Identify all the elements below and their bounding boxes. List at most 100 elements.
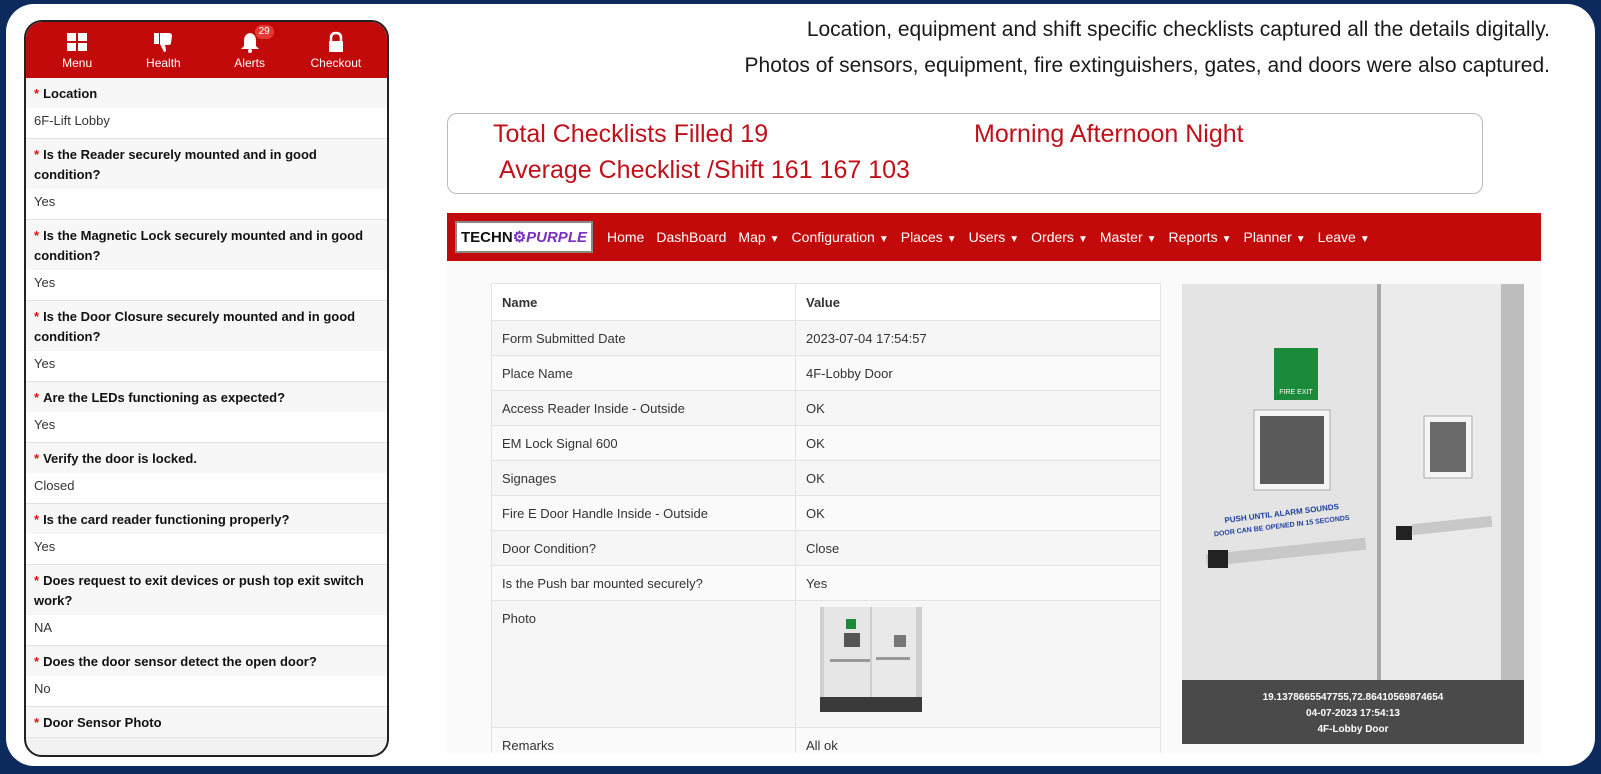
shift-names-stat: Morning Afternoon Night [974,120,1244,148]
checklist-item: * Is the Door Closure securely mounted an… [26,301,387,382]
question-text: Is the Magnetic Lock securely mounted an… [34,228,364,263]
question-text: Is the card reader functioning properly? [43,512,290,527]
caret-down-icon: ▼ [1009,234,1020,245]
caret-down-icon: ▼ [946,234,957,245]
door-photo-preview[interactable]: FIRE EXIT PUSH UNTIL ALARM SOUNDS DOOR C… [1182,284,1524,744]
answer-value[interactable]: 6F-Lift Lobby [26,108,387,138]
field-name: Remarks [491,727,796,753]
lock-icon [328,31,343,52]
menu-places[interactable]: Places ▼ [901,229,957,245]
menu-configuration[interactable]: Configuration ▼ [792,229,889,245]
required-asterisk: * [34,228,40,243]
field-name: Place Name [491,355,796,391]
top-navbar: TECHN ⚙ PURPLE Home DashBoard Map ▼ Confi… [447,213,1541,261]
menu-reports[interactable]: Reports ▼ [1169,229,1232,245]
required-asterisk: * [34,451,40,466]
nav-health[interactable]: Health [128,31,198,70]
table-header-row: Name Value [491,283,1161,321]
field-value: OK [795,495,1161,531]
menu-planner[interactable]: Planner ▼ [1243,229,1305,245]
field-value: 2023-07-04 17:54:57 [795,320,1161,356]
menu-map[interactable]: Map ▼ [738,229,779,245]
answer-value[interactable]: Yes [26,534,387,564]
caret-down-icon: ▼ [1359,234,1370,245]
answer-value[interactable]: NA [26,615,387,645]
nav-alerts[interactable]: 29 Alerts [215,24,285,70]
answer-value[interactable]: Yes [26,351,387,381]
menu-master[interactable]: Master ▼ [1100,229,1157,245]
answer-value[interactable]: Yes [26,270,387,300]
required-asterisk: * [34,390,40,405]
field-value: OK [795,390,1161,426]
table-row: Fire E Door Handle Inside - Outside OK [491,495,1161,531]
grid-icon [67,32,88,51]
caret-down-icon: ▼ [1221,234,1232,245]
door-photo-thumbnail-image [820,607,922,712]
required-asterisk: * [34,654,40,669]
checklist-item: * Are the LEDs functioning as expected? Ye… [26,382,387,443]
gear-icon: ⚙ [512,229,527,246]
question-text: Are the LEDs functioning as expected? [43,390,286,405]
field-value: OK [795,425,1161,461]
table-row: Signages OK [491,460,1161,496]
required-asterisk: * [34,573,40,588]
stats-summary-box: Total Checklists Filled 19 Morning After… [447,113,1483,194]
menu-orders[interactable]: Orders ▼ [1031,229,1088,245]
menu-users[interactable]: Users ▼ [969,229,1019,245]
photo-place-name: 4F-Lobby Door [1317,724,1389,735]
answer-value[interactable]: No [26,676,387,706]
checklist-item: * Verify the door is locked. Closed [26,443,387,504]
fire-exit-door-image: FIRE EXIT PUSH UNTIL ALARM SOUNDS DOOR C… [1182,284,1524,744]
nav-menu[interactable]: Menu [42,31,112,70]
field-name: Photo [491,600,796,728]
answer-value[interactable]: Yes [26,189,387,219]
field-name: Access Reader Inside - Outside [491,390,796,426]
checklist-item: * Does request to exit devices or push to… [26,565,387,646]
photo-thumbnail[interactable] [820,607,922,712]
column-header-name: Name [491,283,796,321]
checklist-item: * Location 6F-Lift Lobby [26,78,387,139]
mobile-nav-bar: Menu Health 29 Alerts Checkout [26,22,387,78]
table-row: EM Lock Signal 600 OK [491,425,1161,461]
fire-exit-sign-text: FIRE EXIT [1279,389,1313,396]
thumbs-down-icon [154,32,173,52]
question-text: Is the Reader securely mounted and in go… [34,147,317,182]
web-app-window: TECHN ⚙ PURPLE Home DashBoard Map ▼ Confi… [447,213,1541,753]
required-asterisk: * [34,715,40,730]
field-name: EM Lock Signal 600 [491,425,796,461]
gps-coordinates: 19.1378665547755,72.86410569874654 [1262,692,1444,703]
caret-down-icon: ▼ [1077,234,1088,245]
column-header-value: Value [795,283,1161,321]
photo-geotag-overlay: 19.1378665547755,72.86410569874654 04-07… [1182,690,1524,738]
field-value: Yes [795,565,1161,601]
caret-down-icon: ▼ [769,234,780,245]
answer-value[interactable]: Yes [26,412,387,442]
table-row: Remarks All ok [491,727,1161,753]
alerts-badge: 29 [254,24,274,39]
checklist-item: * Does the door sensor detect the open do… [26,646,387,707]
field-name: Is the Push bar mounted securely? [491,565,796,601]
checklist-item: * Door Sensor Photo [26,707,387,738]
question-text: Door Sensor Photo [43,715,162,730]
field-value: All ok [795,727,1161,753]
table-row: Access Reader Inside - Outside OK [491,390,1161,426]
nav-alerts-label: Alerts [234,55,265,70]
question-text: Is the Door Closure securely mounted and… [34,309,356,344]
table-row: Form Submitted Date 2023-07-04 17:54:57 [491,320,1161,356]
question-text: Verify the door is locked. [43,451,197,466]
photo-timestamp: 04-07-2023 17:54:13 [1306,708,1400,719]
field-value: 4F-Lobby Door [795,355,1161,391]
caret-down-icon: ▼ [1295,234,1306,245]
table-row: Door Condition? Close [491,530,1161,566]
answer-value[interactable]: Closed [26,473,387,503]
table-row: Place Name 4F-Lobby Door [491,355,1161,391]
question-text: Does request to exit devices or push top… [34,573,364,608]
nav-checkout[interactable]: Checkout [301,31,371,70]
checklist-questions: * Location 6F-Lift Lobby * Is the Reader se… [26,78,387,738]
brand-logo[interactable]: TECHN ⚙ PURPLE [455,221,593,253]
menu-home[interactable]: Home [607,229,644,245]
caption-line-1: Location, equipment and shift specific c… [806,18,1550,41]
menu-leave[interactable]: Leave ▼ [1318,229,1370,245]
total-checklists-stat: Total Checklists Filled 19 [493,120,769,148]
menu-dashboard[interactable]: DashBoard [656,229,726,245]
